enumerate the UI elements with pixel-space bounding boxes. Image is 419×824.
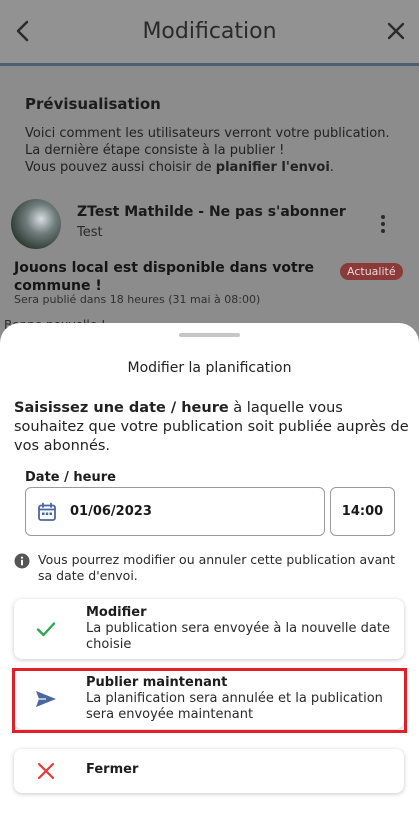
preview-line-1: Voici comment les utilisateurs verront v… xyxy=(25,126,390,141)
close-icon[interactable] xyxy=(381,16,411,46)
preview-line-3: Vous pouvez aussi choisir de planifier l… xyxy=(25,159,405,176)
more-options-icon[interactable] xyxy=(378,213,388,235)
sheet-title: Modifier la planification xyxy=(127,360,292,376)
avatar xyxy=(11,199,61,249)
drag-handle[interactable] xyxy=(179,333,240,337)
publish-now-button[interactable]: Publier maintenant La planification sera… xyxy=(14,669,404,729)
post-author-subtitle: Test xyxy=(77,225,103,240)
time-picker-field[interactable]: 14:00 xyxy=(330,487,395,536)
category-badge: Actualité xyxy=(340,263,403,280)
check-icon xyxy=(36,622,56,637)
sheet-intro: Saisissez une date / heure à laquelle vo… xyxy=(14,399,409,456)
send-icon xyxy=(36,691,56,707)
publish-now-description: La planification sera annulée et la publ… xyxy=(86,691,383,722)
close-text: Fermer xyxy=(86,762,391,778)
close-icon xyxy=(37,762,55,780)
post-schedule-meta: Sera publié dans 18 heures (31 mai à 08:… xyxy=(14,293,261,306)
preview-line-2: La dernière étape consiste à la publier … xyxy=(25,143,285,158)
close-title: Fermer xyxy=(86,762,139,777)
date-value: 01/06/2023 xyxy=(70,504,152,519)
post-title: Jouons local est disponible dans votre c… xyxy=(14,260,315,294)
schedule-bottom-sheet: Modifier la planification Saisissez une … xyxy=(0,323,419,824)
app-header: Modification xyxy=(0,0,419,66)
back-arrow-icon[interactable] xyxy=(8,16,38,46)
modifier-title: Modifier xyxy=(86,605,147,620)
page-title: Modification xyxy=(142,19,277,44)
info-text: Vous pourrez modifier ou annuler cette p… xyxy=(38,552,396,583)
calendar-icon xyxy=(38,502,56,521)
publish-now-title: Publier maintenant xyxy=(86,675,228,690)
date-picker-field[interactable]: 01/06/2023 xyxy=(25,487,325,536)
preview-line-3-suffix: . xyxy=(329,160,334,175)
modifier-text: Modifier La publication sera envoyée à l… xyxy=(86,605,391,653)
preview-description: Voici comment les utilisateurs verront v… xyxy=(25,125,405,176)
modifier-description: La publication sera envoyée à la nouvell… xyxy=(86,621,390,652)
preview-line-3-bold: planifier l'envoi xyxy=(215,160,330,175)
preview-line-3-prefix: Vous pouvez aussi choisir de xyxy=(25,160,216,175)
post-author: ZTest Mathilde - Ne pas s'abonner xyxy=(77,204,346,220)
info-icon xyxy=(14,553,30,569)
preview-heading: Prévisualisation xyxy=(25,95,161,113)
modifier-button[interactable]: Modifier La publication sera envoyée à l… xyxy=(14,599,404,659)
intro-bold: Saisissez une date / heure xyxy=(14,400,229,416)
datetime-label: Date / heure xyxy=(25,470,116,485)
publish-now-text: Publier maintenant La planification sera… xyxy=(86,675,391,723)
info-notice: Vous pourrez modifier ou annuler cette p… xyxy=(14,552,404,584)
close-button[interactable]: Fermer xyxy=(14,749,404,793)
time-value: 14:00 xyxy=(341,504,384,519)
